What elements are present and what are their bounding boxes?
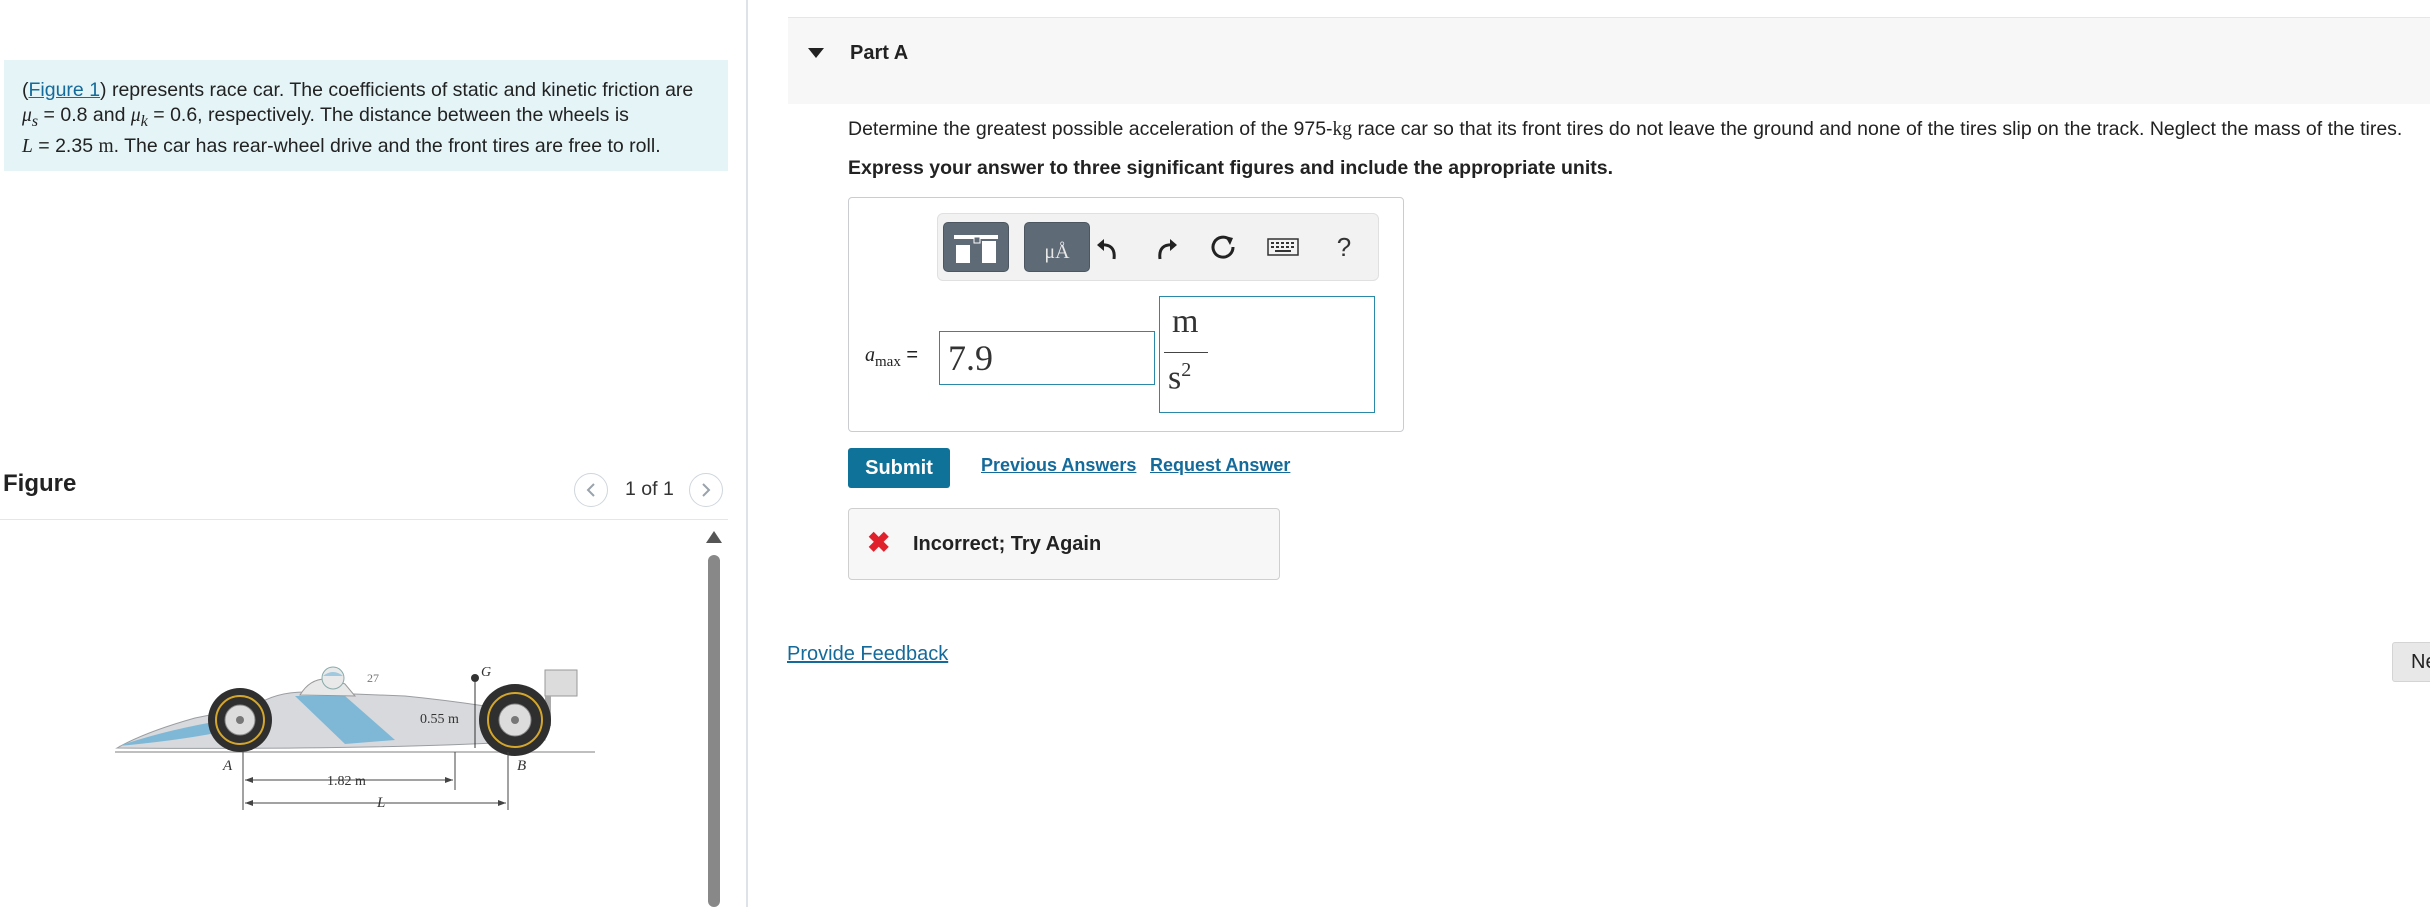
chevron-left-icon bbox=[586, 483, 595, 497]
point-a-label: A bbox=[222, 758, 233, 774]
mu-s-symbol: μ bbox=[22, 105, 32, 126]
redo-icon bbox=[1158, 239, 1177, 260]
feedback-box: ✖ Incorrect; Try Again bbox=[848, 508, 1280, 580]
answer-label-equals: = bbox=[900, 344, 919, 366]
chevron-right-icon bbox=[702, 483, 711, 497]
figure-title: Figure bbox=[3, 470, 77, 497]
keyboard-icon bbox=[1267, 238, 1299, 256]
height-dimension: 0.55 m bbox=[420, 712, 459, 727]
pane-divider[interactable] bbox=[746, 0, 748, 907]
figure-divider bbox=[0, 519, 728, 520]
next-button[interactable]: Ne bbox=[2392, 642, 2430, 682]
unit-denominator: s2 bbox=[1168, 359, 1191, 397]
unit-exponent: 2 bbox=[1181, 359, 1192, 381]
math-toolbar: μÅ ? bbox=[937, 213, 1379, 281]
race-car-figure: 27 G 0.55 m A B 1.82 m L bbox=[115, 665, 595, 811]
scroll-up-arrow-icon[interactable] bbox=[706, 531, 722, 543]
redo-button[interactable] bbox=[1148, 222, 1184, 272]
figure-link[interactable]: Figure 1 bbox=[29, 79, 101, 101]
units-button[interactable]: μÅ bbox=[1024, 222, 1090, 272]
wheelbase-value: = 2.35 bbox=[32, 134, 99, 157]
previous-answers-link[interactable]: Previous Answers bbox=[981, 455, 1136, 476]
keyboard-button[interactable] bbox=[1263, 222, 1303, 272]
figure-counter: 1 of 1 bbox=[625, 478, 674, 500]
submit-button[interactable]: Submit bbox=[848, 448, 950, 488]
question-post: race car so that its front tires do not … bbox=[1352, 118, 2403, 140]
collapse-triangle-icon[interactable] bbox=[808, 48, 824, 58]
provide-feedback-link[interactable]: Provide Feedback bbox=[787, 643, 948, 666]
value-input[interactable] bbox=[939, 331, 1155, 385]
figure-prev-button[interactable] bbox=[574, 473, 608, 507]
instruction-text: Express your answer to three significant… bbox=[848, 157, 1613, 179]
help-button[interactable]: ? bbox=[1326, 222, 1362, 272]
figure-scrollbar[interactable] bbox=[708, 555, 720, 907]
answer-label-symbol: a bbox=[865, 344, 875, 366]
problem-intro: ) represents race car. The coefficients … bbox=[100, 79, 694, 101]
car-number-label: 27 bbox=[367, 671, 379, 685]
question-text: Determine the greatest possible accelera… bbox=[848, 118, 2402, 141]
wheelbase-unit: m bbox=[98, 135, 114, 157]
request-answer-link[interactable]: Request Answer bbox=[1150, 455, 1290, 476]
incorrect-x-icon: ✖ bbox=[867, 527, 891, 558]
reset-icon bbox=[1211, 235, 1235, 259]
problem-statement: (Figure 1) represents race car. The coef… bbox=[4, 60, 728, 171]
undo-icon bbox=[1097, 239, 1116, 260]
point-b-label: B bbox=[517, 758, 526, 774]
reset-button[interactable] bbox=[1205, 222, 1241, 272]
answer-label-subscript: max bbox=[875, 354, 901, 370]
rear-to-g-dimension: 1.82 m bbox=[327, 774, 366, 789]
part-title: Part A bbox=[850, 42, 909, 64]
problem-tail: . The car has rear-wheel drive and the f… bbox=[113, 134, 661, 157]
help-icon: ? bbox=[1336, 231, 1352, 262]
templates-button[interactable] bbox=[943, 222, 1009, 272]
rear-wheel bbox=[479, 684, 551, 756]
units-icon: μÅ bbox=[1044, 240, 1070, 263]
mu-k-subscript: k bbox=[140, 111, 148, 130]
answer-box: μÅ ? amax = m s2 bbox=[848, 197, 1404, 432]
left-pane: (Figure 1) represents race car. The coef… bbox=[0, 0, 746, 907]
wheelbase-symbol: L bbox=[22, 135, 33, 157]
part-header[interactable]: Part A bbox=[788, 17, 2430, 104]
mu-k-value: = 0.6, respectively. The distance betwee… bbox=[147, 104, 629, 126]
answer-label: amax = bbox=[865, 344, 918, 371]
unit-fraction-bar bbox=[1164, 352, 1208, 353]
unit-denominator-base: s bbox=[1168, 359, 1182, 397]
figure-next-button[interactable] bbox=[689, 473, 723, 507]
units-input[interactable]: m s2 bbox=[1159, 296, 1375, 413]
mu-s-value: = 0.8 and bbox=[38, 104, 131, 126]
front-wheel bbox=[208, 688, 272, 752]
question-unit: kg bbox=[1332, 119, 1353, 140]
point-g-label: G bbox=[481, 665, 491, 680]
feedback-text: Incorrect; Try Again bbox=[913, 533, 1102, 555]
wheelbase-label: L bbox=[376, 795, 385, 811]
undo-button[interactable] bbox=[1090, 222, 1126, 272]
mu-k-symbol: μ bbox=[130, 105, 141, 126]
unit-numerator: m bbox=[1172, 303, 1199, 340]
question-pre: Determine the greatest possible accelera… bbox=[848, 118, 1333, 140]
templates-icon bbox=[954, 235, 998, 263]
